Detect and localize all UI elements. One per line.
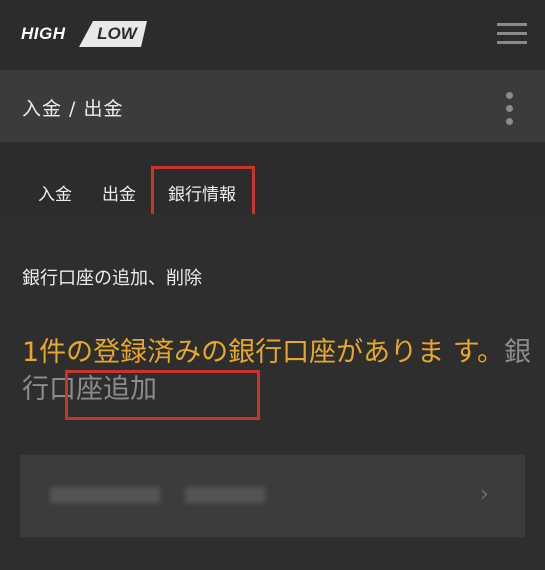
- tab-bar: 入金 出金 銀行情報: [0, 142, 545, 220]
- blurred-account-name: [50, 487, 160, 503]
- notice-text: 1件の登録済みの銀行口座がありま す。: [22, 337, 505, 368]
- tab-bank-info[interactable]: 銀行情報: [168, 180, 236, 205]
- highlow-logo[interactable]: HIGH LOW: [19, 21, 147, 48]
- main-content: 銀行口座の追加、削除 1件の登録済みの銀行口座がありま す。銀行口座追加 ›: [0, 214, 545, 570]
- blurred-account-number: [185, 487, 265, 503]
- registered-notice: 1件の登録済みの銀行口座がありま す。銀行口座追加: [22, 334, 532, 408]
- logo-high: HIGH: [21, 24, 66, 43]
- kebab-icon[interactable]: [502, 92, 516, 126]
- chevron-right-icon: ›: [480, 482, 489, 507]
- logo-low: LOW: [79, 21, 147, 47]
- page-header: 入金 / 出金: [0, 70, 545, 142]
- top-bar: HIGH LOW: [0, 0, 545, 70]
- bank-account-card[interactable]: ›: [20, 455, 525, 537]
- hamburger-icon[interactable]: [497, 23, 527, 45]
- tab-withdraw[interactable]: 出金: [102, 180, 136, 205]
- tab-deposit[interactable]: 入金: [38, 180, 72, 205]
- section-title: 銀行口座の追加、削除: [22, 268, 202, 289]
- breadcrumb: 入金 / 出金: [22, 98, 124, 120]
